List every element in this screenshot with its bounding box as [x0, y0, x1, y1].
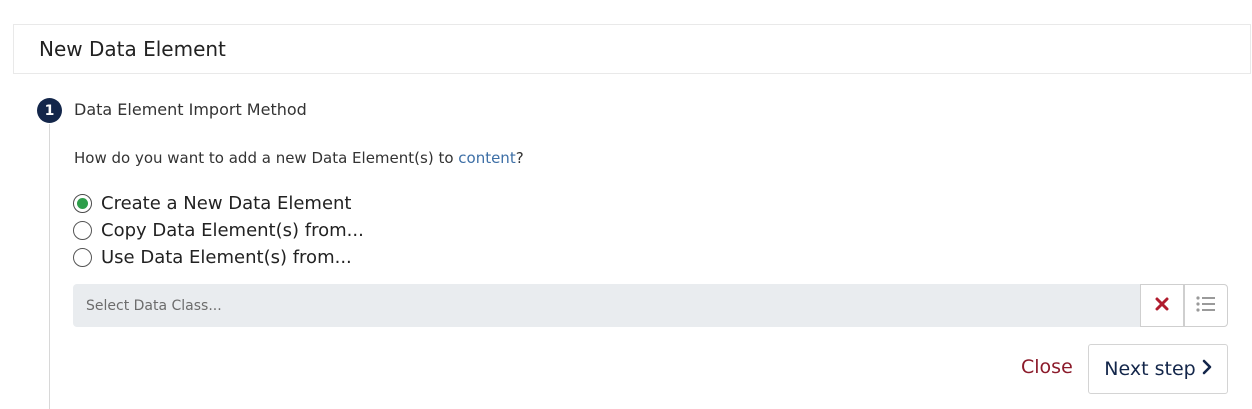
next-step-label: Next step: [1104, 358, 1196, 380]
step-title: Data Element Import Method: [74, 100, 307, 119]
radio-option-copy-from[interactable]: Copy Data Element(s) from...: [73, 217, 364, 244]
import-question: How do you want to add a new Data Elemen…: [74, 149, 524, 167]
radio-option-use-from[interactable]: Use Data Element(s) from...: [73, 244, 364, 271]
import-method-radio-group: Create a New Data Element Copy Data Elem…: [73, 190, 364, 271]
radio-button-create-new[interactable]: [73, 194, 92, 213]
chevron-right-icon: [1196, 358, 1212, 380]
radio-button-copy-from[interactable]: [73, 221, 92, 240]
step-number-badge: 1: [37, 98, 62, 123]
list-icon: [1196, 295, 1216, 316]
radio-selected-dot: [77, 198, 88, 209]
dialog-title: New Data Element: [39, 37, 226, 61]
radio-label-use-from[interactable]: Use Data Element(s) from...: [101, 247, 352, 268]
data-class-select-placeholder: Select Data Class...: [86, 297, 222, 314]
radio-button-use-from[interactable]: [73, 248, 92, 267]
radio-label-copy-from[interactable]: Copy Data Element(s) from...: [101, 220, 364, 241]
next-step-button[interactable]: Next step: [1088, 344, 1228, 394]
browse-data-class-button[interactable]: [1184, 284, 1228, 327]
content-link[interactable]: content: [458, 149, 515, 167]
question-text: How do you want to add a new Data Elemen…: [74, 149, 459, 167]
question-suffix: ?: [515, 149, 524, 167]
dialog-header: New Data Element: [13, 24, 1251, 74]
close-button[interactable]: Close: [1021, 356, 1073, 378]
radio-label-create-new[interactable]: Create a New Data Element: [101, 193, 352, 214]
clear-selection-button[interactable]: [1140, 284, 1184, 327]
step-connector-line: [49, 124, 50, 409]
radio-option-create-new[interactable]: Create a New Data Element: [73, 190, 364, 217]
data-class-select[interactable]: Select Data Class...: [73, 284, 1141, 327]
close-icon: [1155, 296, 1169, 315]
